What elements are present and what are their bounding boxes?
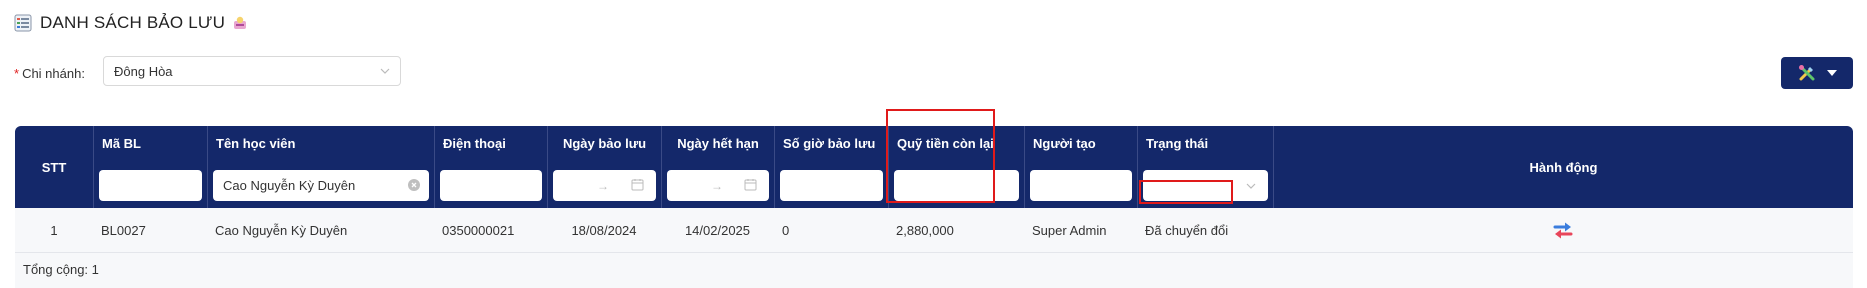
column-fund-label: Quỹ tiền còn lại [897,136,994,151]
column-fund: Quỹ tiền còn lại [888,126,1024,208]
cell-expiry-date: 14/02/2025 [684,222,751,238]
list-icon [14,14,32,32]
cell-actions [1273,208,1853,252]
reserve-date-range-picker[interactable]: → [553,170,656,201]
column-actions-label: Hành động [1529,160,1598,175]
required-mark: * [14,65,20,81]
caret-down-icon [1827,70,1837,76]
column-expiry-date-label: Ngày hết hạn [677,136,759,151]
branch-select[interactable]: Đông Hòa [103,56,401,86]
column-phone: Điện thoại [434,126,547,208]
cell-stt: 1 [50,222,58,238]
clear-icon[interactable] [408,179,420,191]
column-status-label: Trạng thái [1146,136,1209,151]
cell-hours: 0 [782,222,790,238]
student-filter-value: Cao Nguyễn Kỳ Duyên [223,178,356,193]
table-row: 1 BL0027 Cao Nguyễn Kỳ Duyên 0350000021 … [15,208,1853,253]
column-creator: Người tạo [1024,126,1137,208]
creator-filter-input[interactable] [1030,170,1132,201]
status-filter-select[interactable] [1143,170,1268,201]
column-phone-label: Điện thoại [443,136,506,151]
column-actions: Hành động [1273,126,1853,208]
calendar-icon [744,179,757,191]
page-title: DANH SÁCH BẢO LƯU [40,13,226,32]
column-stt: STT [15,126,93,208]
expiry-date-range-picker[interactable]: → [667,170,769,201]
table-header: STT Mã BL Tên học viên Cao Nguyễn Kỳ Duy… [15,126,1853,208]
branch-label: Chi nhánh: [22,65,85,81]
cell-student: Cao Nguyễn Kỳ Duyên [215,222,348,238]
cell-phone: 0350000021 [442,222,515,238]
column-stt-label: STT [41,160,67,175]
tools-icon [1799,65,1815,81]
column-code-label: Mã BL [102,136,141,151]
column-reserve-date: Ngày bảo lưu → [547,126,661,208]
cell-creator: Super Admin [1032,222,1107,238]
column-hours: Số giờ bảo lưu [774,126,888,208]
reservation-table: STT Mã BL Tên học viên Cao Nguyễn Kỳ Duy… [15,126,1853,288]
cell-status: Đã chuyển đổi [1145,222,1229,238]
calendar-icon [631,179,644,191]
chevron-down-icon [1246,183,1256,189]
column-code: Mã BL [93,126,207,208]
decorative-sticker-icon [234,16,247,29]
student-filter-input[interactable]: Cao Nguyễn Kỳ Duyên [213,170,429,201]
phone-filter-input[interactable] [440,170,542,201]
column-status: Trạng thái [1137,126,1273,208]
column-hours-label: Số giờ bảo lưu [783,136,876,151]
tools-menu-button[interactable] [1781,57,1853,89]
column-reserve-date-label: Ngày bảo lưu [562,136,647,151]
code-filter-input[interactable] [99,170,202,201]
cell-fund: 2,880,000 [896,222,954,238]
column-student: Tên học viên Cao Nguyễn Kỳ Duyên [207,126,434,208]
fund-filter-input[interactable] [894,170,1019,201]
chevron-down-icon [380,68,390,74]
transfer-icon[interactable] [1552,219,1574,241]
page-header: DANH SÁCH BẢO LƯU [14,10,248,36]
date-range-separator: → [597,179,609,193]
branch-filter: * Chi nhánh: [14,57,85,89]
total-count: Tổng cộng: 1 [23,262,99,277]
date-range-separator: → [711,179,723,193]
column-student-label: Tên học viên [216,136,296,151]
cell-code: BL0027 [101,222,146,238]
hours-filter-input[interactable] [780,170,883,201]
branch-select-value: Đông Hòa [114,63,173,79]
column-creator-label: Người tạo [1033,136,1096,151]
column-expiry-date: Ngày hết hạn → [661,126,774,208]
cell-reserve-date: 18/08/2024 [571,222,637,238]
